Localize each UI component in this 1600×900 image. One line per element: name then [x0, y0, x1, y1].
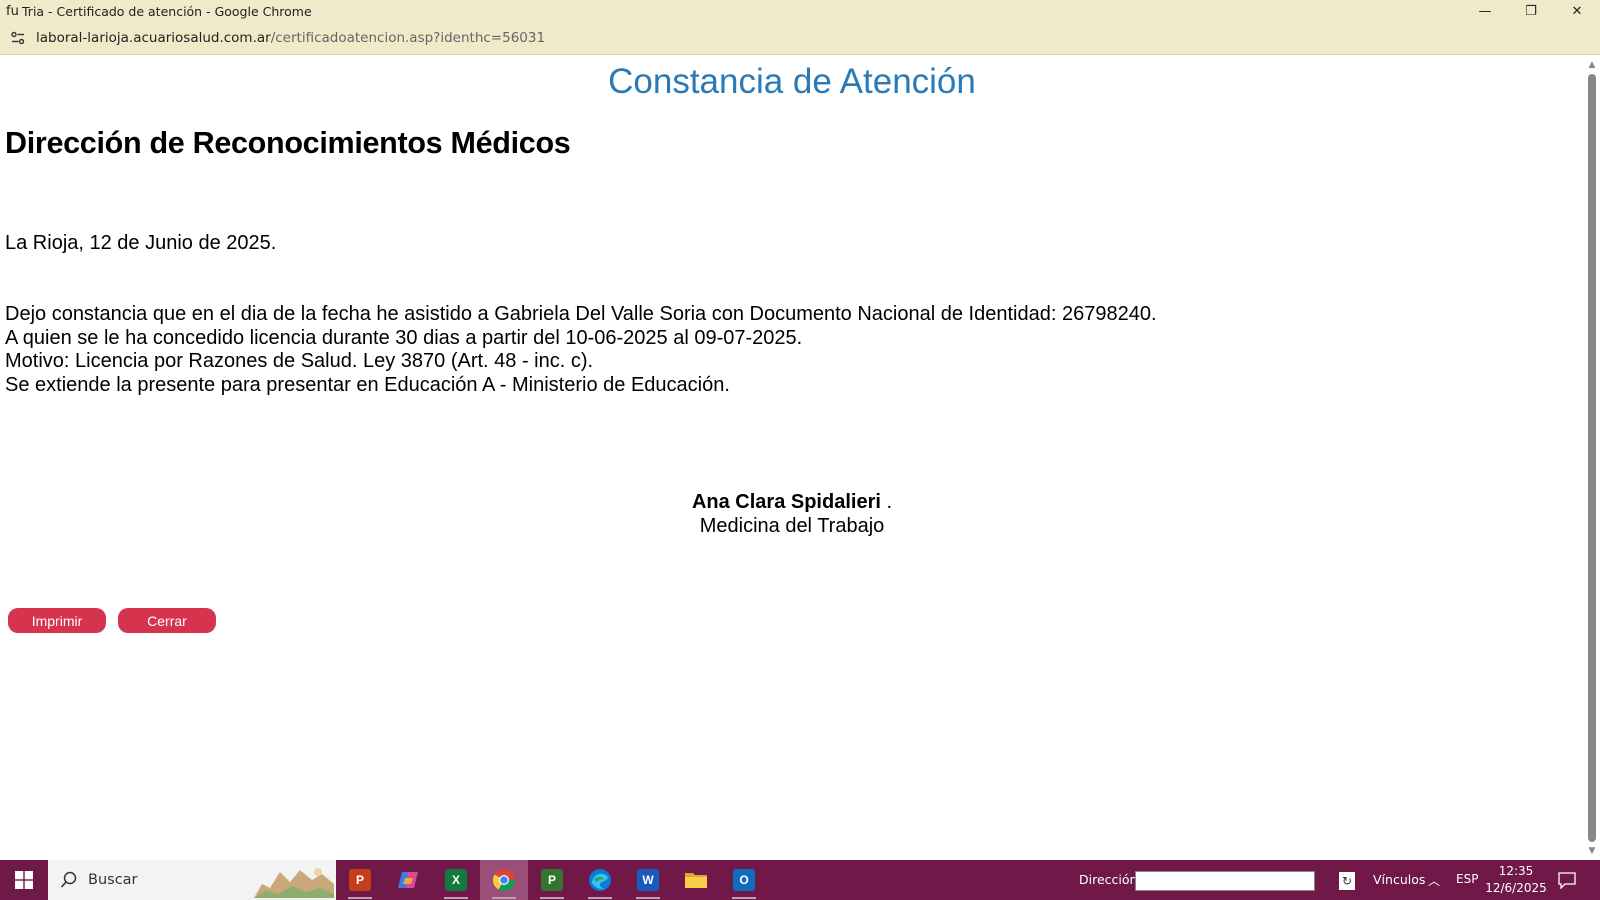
clock[interactable]: 12:35 12/6/2025 — [1484, 863, 1548, 897]
windows-icon — [15, 871, 33, 889]
refresh-icon[interactable]: ↻ — [1339, 872, 1355, 890]
outlook-icon: O — [733, 869, 755, 891]
taskbar-edge[interactable] — [576, 860, 624, 900]
body-line: Dejo constancia que en el dia de la fech… — [5, 303, 1157, 325]
taskbar-copilot[interactable] — [384, 860, 432, 900]
address-toolbar-input[interactable] — [1135, 871, 1315, 891]
taskbar: Buscar P X P W O Dirección ⌵ ↻ Vínculos … — [0, 860, 1600, 900]
signer-suffix: . — [880, 491, 893, 513]
close-window-button[interactable]: ✕ — [1554, 0, 1600, 22]
restore-icon: ❐ — [1525, 3, 1537, 19]
project-icon: P — [541, 869, 563, 891]
signature-block: Ana Clara Spidalieri . Medicina del Trab… — [0, 490, 1584, 538]
scroll-down-icon[interactable]: ▼ — [1587, 846, 1597, 856]
search-placeholder: Buscar — [88, 872, 138, 888]
clock-time: 12:35 — [1498, 864, 1534, 878]
body-line: Se extiende la presente para presentar e… — [5, 373, 730, 396]
close-button[interactable]: Cerrar — [118, 608, 216, 633]
print-button[interactable]: Imprimir — [8, 608, 106, 633]
chrome-icon — [493, 869, 515, 891]
taskbar-project[interactable]: P — [528, 860, 576, 900]
taskbar-excel[interactable]: X — [432, 860, 480, 900]
folder-icon — [685, 873, 707, 888]
chevron-up-icon[interactable]: ︿ — [1428, 872, 1440, 889]
site-info-icon[interactable] — [0, 31, 36, 45]
taskbar-search[interactable]: Buscar — [48, 860, 336, 900]
minimize-button[interactable]: — — [1462, 0, 1508, 22]
scroll-thumb[interactable] — [1588, 74, 1596, 842]
start-button[interactable] — [0, 860, 48, 900]
search-highlight-illustration — [254, 868, 334, 898]
minimize-icon: — — [1478, 3, 1492, 19]
powerpoint-icon: P — [349, 869, 371, 891]
organization-heading: Dirección de Reconocimientos Médicos — [5, 126, 571, 160]
date-line: La Rioja, 12 de Junio de 2025. — [5, 232, 277, 254]
scroll-up-icon[interactable]: ▲ — [1587, 60, 1597, 70]
links-toolbar-label[interactable]: Vínculos — [1373, 872, 1425, 887]
body-line: Motivo: Licencia por Razones de Salud. L… — [5, 350, 594, 372]
restore-button[interactable]: ❐ — [1508, 0, 1554, 22]
signer-role: Medicina del Trabajo — [699, 515, 885, 537]
signer-name: Ana Clara Spidalieri — [691, 491, 881, 513]
taskbar-word[interactable]: W — [624, 860, 672, 900]
window-controls: — ❐ ✕ — [1462, 0, 1600, 22]
notification-icon[interactable] — [1555, 868, 1579, 892]
title-bar: fu Tria - Certificado de atención - Goog… — [0, 0, 1600, 22]
taskbar-outlook[interactable]: O — [720, 860, 768, 900]
clock-date: 12/6/2025 — [1485, 881, 1547, 895]
taskbar-file-explorer[interactable] — [672, 860, 720, 900]
page-content: Constancia de Atención Dirección de Reco… — [0, 56, 1584, 860]
url-path: /certificadoatencion.asp?identhc=56031 — [270, 30, 546, 46]
chevron-down-icon[interactable]: ⌵ — [1323, 874, 1331, 885]
address-toolbar-label: Dirección — [1079, 872, 1138, 887]
close-icon: ✕ — [1571, 3, 1583, 19]
url-host: laboral-larioja.acuariosalud.com.ar — [36, 30, 271, 46]
language-indicator[interactable]: ESP — [1456, 872, 1478, 886]
certificate-body: Dejo constancia que en el dia de la fech… — [5, 303, 1157, 397]
address-bar: laboral-larioja.acuariosalud.com.ar/cert… — [0, 22, 1600, 55]
edge-icon — [589, 869, 611, 891]
page-title: Constancia de Atención — [608, 62, 976, 101]
search-icon — [60, 871, 77, 888]
tab-favicon-icon: fu — [6, 3, 19, 19]
word-icon: W — [637, 869, 659, 891]
vertical-scrollbar[interactable]: ▲ ▼ — [1584, 56, 1600, 860]
excel-icon: X — [445, 869, 467, 891]
taskbar-powerpoint[interactable]: P — [336, 860, 384, 900]
body-line: A quien se le ha concedido licencia dura… — [5, 326, 803, 349]
window-title: Tria - Certificado de atención - Google … — [22, 3, 312, 19]
copilot-icon — [398, 872, 418, 888]
url-field[interactable]: laboral-larioja.acuariosalud.com.ar/cert… — [36, 30, 545, 46]
taskbar-chrome[interactable] — [480, 860, 528, 900]
